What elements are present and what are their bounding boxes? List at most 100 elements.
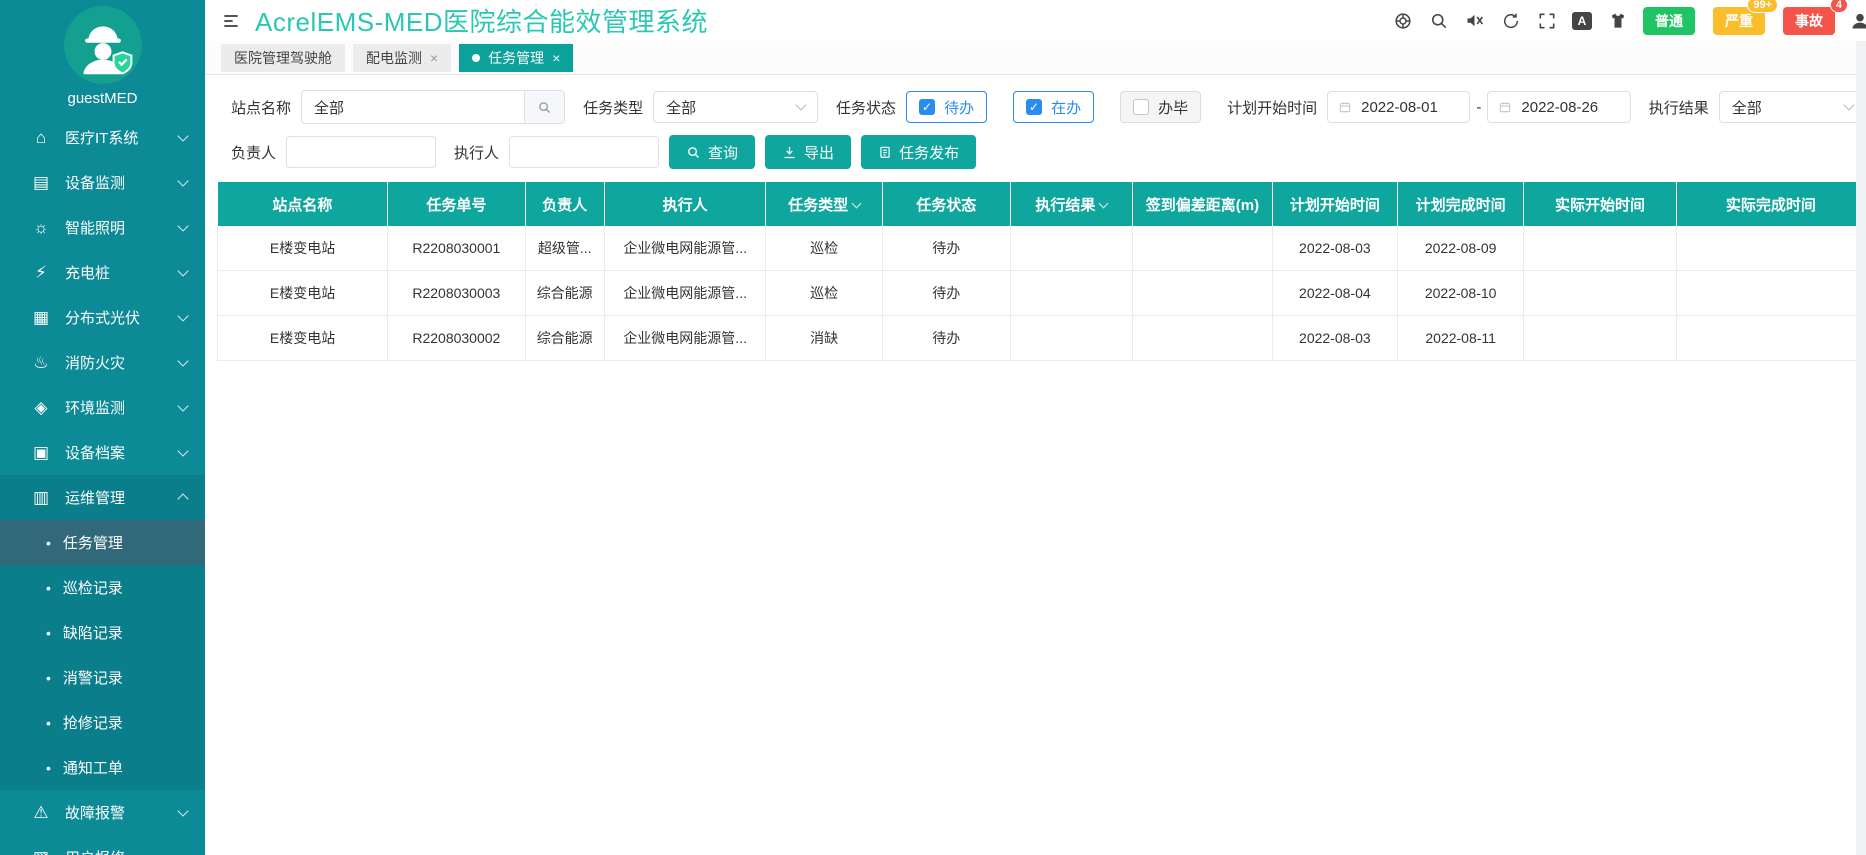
checkbox-checked-icon[interactable]: ✓	[919, 99, 936, 115]
chevron-down-icon	[177, 265, 189, 277]
date-to-input[interactable]: 2022-08-26	[1487, 91, 1631, 123]
column-header-执行结果[interactable]: 执行结果	[1010, 182, 1134, 226]
publish-button[interactable]: 任务发布	[861, 135, 977, 169]
sidebar-item-医疗IT系统[interactable]: ⌂ 医疗IT系统	[0, 115, 205, 160]
table-row[interactable]: E楼变电站 R2208030003 综合能源 企业微电网能源管... 巡检 待办 2022-…	[216, 270, 1866, 316]
column-header-label: 实际开始时间	[1554, 196, 1645, 214]
sidebar-subitem-抢修记录[interactable]: • 抢修记录	[0, 700, 205, 745]
translate-icon[interactable]: A	[1572, 11, 1592, 30]
chevron-down-icon	[177, 310, 189, 322]
tab-close-icon[interactable]: ×	[552, 50, 560, 66]
table-cell: 超级管...	[524, 226, 605, 271]
table-row[interactable]: E楼变电站 R2208030001 超级管... 企业微电网能源管... 巡检 待办 202…	[216, 226, 1866, 271]
query-button[interactable]: 查询	[669, 135, 756, 169]
column-header-label: 任务单号	[426, 196, 487, 214]
tab-医院管理驾驶舱[interactable]: 医院管理驾驶舱	[221, 43, 345, 72]
search-icon[interactable]	[1428, 10, 1449, 31]
export-button[interactable]: 导出	[765, 135, 852, 169]
refresh-icon[interactable]	[1500, 10, 1521, 31]
sidebar-item-label: 设备档案	[65, 445, 126, 462]
status-checkbox-label: 在办	[1051, 99, 1082, 117]
table-cell	[1523, 315, 1677, 361]
sidebar-item-设备档案[interactable]: ▣ 设备档案	[0, 430, 205, 475]
scrollbar-track[interactable]	[1856, 41, 1866, 855]
status-checkbox-在办[interactable]: ✓ 在办	[1013, 91, 1095, 123]
sidebar: guestMED ⌂ 医疗IT系统 ▤ 设备监测 ☼ 智能照明 ⚡ 充电桩 ▦ 分布式光伏 ♨ 消防火…	[0, 0, 205, 855]
column-header-实际完成时间: 实际完成时间	[1676, 182, 1866, 226]
column-header-label: 负责人	[542, 196, 588, 214]
alarm-badge-事故[interactable]: 事故 4	[1783, 0, 1848, 35]
menu-toggle-icon[interactable]	[221, 11, 241, 31]
sort-caret-icon[interactable]	[851, 198, 862, 208]
fullscreen-icon[interactable]	[1536, 10, 1557, 31]
tab-任务管理[interactable]: 任务管理 ×	[459, 43, 574, 72]
ops-management-icon: ▥	[32, 487, 50, 507]
download-icon	[784, 146, 795, 158]
task-type-select[interactable]: 全部	[653, 91, 819, 123]
sidebar-subitem-消警记录[interactable]: • 消警记录	[0, 655, 205, 700]
task-status-label: 任务状态	[836, 99, 897, 117]
sidebar-subitem-label: 任务管理	[62, 535, 123, 552]
executor-input[interactable]	[509, 136, 660, 168]
sidebar-item-label: 充电桩	[65, 265, 111, 282]
status-checkbox-办毕[interactable]: 办毕	[1120, 91, 1202, 123]
column-header-任务类型[interactable]: 任务类型	[765, 182, 883, 226]
alarm-badge-严重[interactable]: 严重 99+	[1713, 0, 1778, 35]
checkbox-unchecked-icon[interactable]	[1133, 99, 1150, 115]
sidebar-item-用户报修[interactable]: ▧ 用户报修	[0, 835, 205, 855]
date-from-input[interactable]: 2022-08-01	[1327, 91, 1471, 123]
alarm-badge-普通[interactable]: 普通	[1643, 6, 1695, 35]
table-cell	[1675, 226, 1866, 271]
table-cell: 巡检	[765, 226, 883, 271]
task-table: 站点名称 任务单号 负责人 执行人 任务类型 任务状态 执行结果 签到偏差距离(m) 计划开始时…	[216, 182, 1866, 361]
chevron-down-icon	[177, 355, 189, 367]
table-cell: 企业微电网能源管...	[603, 226, 767, 271]
tab-close-icon[interactable]: ×	[430, 50, 438, 66]
chevron-down-icon	[177, 220, 189, 232]
table-cell	[1523, 226, 1677, 271]
table-row[interactable]: E楼变电站 R2208030002 综合能源 企业微电网能源管... 消缺 待办 2022-…	[216, 315, 1866, 361]
checkbox-checked-icon[interactable]: ✓	[1026, 99, 1043, 115]
table-cell: 2022-08-03	[1271, 315, 1399, 361]
table-cell: 2022-08-04	[1271, 270, 1399, 316]
sort-caret-icon[interactable]	[1098, 198, 1109, 208]
column-header-label: 签到偏差距离(m)	[1145, 196, 1260, 214]
sidebar-item-智能照明[interactable]: ☼ 智能照明	[0, 205, 205, 250]
owner-label: 负责人	[231, 144, 277, 162]
solar-panel-icon: ▦	[32, 307, 50, 327]
help-buoy-icon[interactable]	[1392, 10, 1413, 31]
bullet-icon: •	[46, 624, 51, 641]
column-header-负责人: 负责人	[525, 182, 605, 226]
column-header-计划开始时间: 计划开始时间	[1272, 182, 1399, 226]
sidebar-item-消防火灾[interactable]: ♨ 消防火灾	[0, 340, 205, 385]
sidebar-item-label: 环境监测	[65, 400, 126, 417]
station-search-icon[interactable]	[524, 91, 565, 123]
sidebar-item-充电桩[interactable]: ⚡ 充电桩	[0, 250, 205, 295]
theme-icon[interactable]	[1607, 10, 1628, 31]
sidebar-item-故障报警[interactable]: ⚠ 故障报警	[0, 790, 205, 835]
result-select[interactable]: 全部	[1718, 91, 1866, 123]
table-cell: E楼变电站	[216, 315, 389, 361]
tab-bar: 医院管理驾驶舱 配电监测 × 任务管理 ×	[205, 41, 1866, 75]
tab-配电监测[interactable]: 配电监测 ×	[353, 43, 452, 72]
sidebar-subitem-通知工单[interactable]: • 通知工单	[0, 745, 205, 790]
status-checkbox-待办[interactable]: ✓ 待办	[906, 91, 988, 123]
user-profile-icon[interactable]	[1850, 11, 1866, 31]
sidebar-subitem-巡检记录[interactable]: • 巡检记录	[0, 565, 205, 610]
calendar-icon	[1339, 102, 1351, 113]
table-cell: 巡检	[765, 270, 883, 316]
sidebar-item-设备监测[interactable]: ▤ 设备监测	[0, 160, 205, 205]
sidebar-item-分布式光伏[interactable]: ▦ 分布式光伏	[0, 295, 205, 340]
sidebar-item-label: 分布式光伏	[65, 310, 141, 327]
filter-panel: 站点名称 任务类型 全部 任务状态 ✓ 待办 ✓ 在办 办毕 计划开始时间	[231, 90, 1866, 169]
sidebar-item-环境监测[interactable]: ◈ 环境监测	[0, 385, 205, 430]
owner-input[interactable]	[286, 136, 437, 168]
avatar[interactable]	[63, 6, 142, 84]
fire-safety-icon: ♨	[33, 352, 49, 372]
station-input[interactable]	[302, 91, 525, 123]
sidebar-subitem-任务管理[interactable]: • 任务管理	[0, 520, 205, 565]
sidebar-item-运维管理[interactable]: ▥ 运维管理	[0, 475, 205, 520]
sidebar-subitem-缺陷记录[interactable]: • 缺陷记录	[0, 610, 205, 655]
date-to-value: 2022-08-26	[1521, 98, 1599, 116]
mute-icon[interactable]	[1464, 10, 1485, 31]
